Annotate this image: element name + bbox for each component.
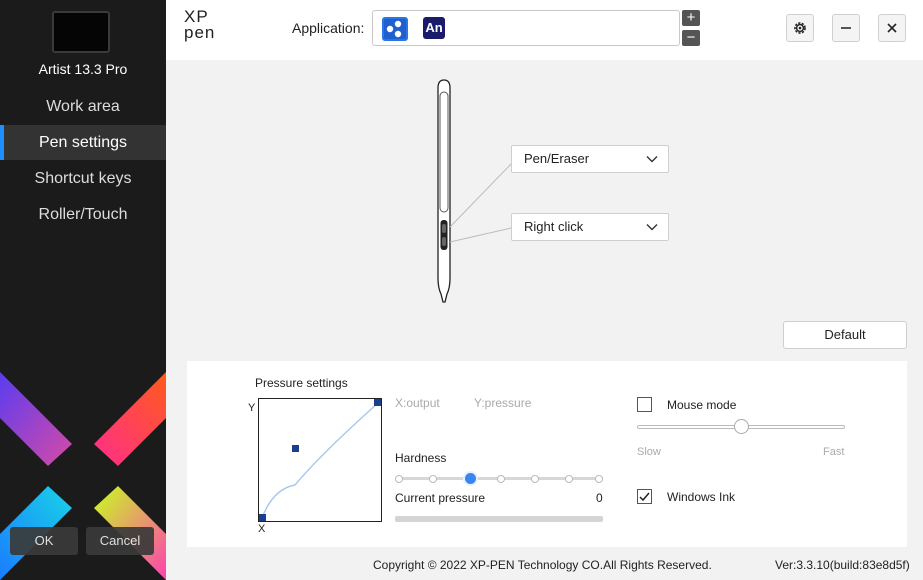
gear-icon	[794, 22, 806, 34]
version-text: Ver:3.3.10(build:83e8d5f)	[775, 558, 910, 572]
device-thumbnail	[52, 11, 110, 53]
fast-label: Fast	[823, 446, 845, 458]
x-axis-label: X	[258, 523, 266, 535]
all-apps-icon[interactable]	[382, 17, 408, 41]
remove-application-button[interactable]: −	[682, 30, 700, 46]
header: XP pen Application: An + −	[166, 0, 923, 60]
slow-label: Slow	[637, 446, 661, 458]
y-axis-label: Y	[248, 402, 256, 414]
xp-pen-logo: XP pen	[184, 8, 216, 42]
close-icon	[887, 23, 897, 33]
hardness-tick	[531, 475, 539, 483]
hardness-tick	[429, 475, 437, 483]
settings-panel: Pressure settings Y X X:output Y:pressur…	[187, 361, 907, 547]
nav-item-pen-settings[interactable]: Pen settings	[0, 125, 166, 160]
mouse-speed-slider-knob[interactable]	[733, 419, 749, 434]
lower-button-dropdown[interactable]: Right click	[511, 213, 669, 241]
add-application-button[interactable]: +	[682, 10, 700, 26]
nav-item-shortcut-keys[interactable]: Shortcut keys	[0, 161, 166, 196]
hardness-tick	[595, 475, 603, 483]
upper-button-dropdown[interactable]: Pen/Eraser	[511, 145, 669, 173]
y-pressure-label: Y:pressure	[474, 396, 532, 410]
curve-end-handle[interactable]	[374, 399, 381, 406]
application-label: Application:	[292, 20, 365, 36]
hardness-label: Hardness	[395, 451, 447, 465]
copyright-text: Copyright © 2022 XP-PEN Technology CO.Al…	[373, 558, 712, 572]
hardness-tick	[565, 475, 573, 483]
close-button[interactable]	[878, 14, 906, 42]
mouse-mode-checkbox[interactable]	[637, 397, 652, 412]
hardness-tick	[497, 475, 505, 483]
minimize-icon	[841, 27, 851, 29]
settings-button[interactable]	[786, 14, 814, 42]
animate-icon[interactable]: An	[423, 17, 445, 39]
pressure-settings-title: Pressure settings	[255, 376, 348, 390]
cancel-button[interactable]: Cancel	[86, 527, 154, 555]
sidebar: Artist 13.3 Pro Work area Pen settings S…	[0, 0, 166, 580]
nav-item-roller-touch[interactable]: Roller/Touch	[0, 197, 166, 232]
curve-start-handle[interactable]	[259, 514, 266, 521]
curve-control-handle[interactable]	[292, 445, 299, 452]
device-name: Artist 13.3 Pro	[38, 61, 128, 77]
application-list: An	[372, 10, 680, 46]
minimize-button[interactable]	[832, 14, 860, 42]
chevron-down-icon	[646, 156, 658, 163]
pen-illustration	[437, 79, 512, 303]
current-pressure-value: 0	[596, 491, 603, 505]
upper-button-value: Pen/Eraser	[524, 151, 590, 166]
windows-ink-checkbox[interactable]	[637, 489, 652, 504]
nav-item-work-area[interactable]: Work area	[0, 89, 166, 124]
chevron-down-icon	[646, 224, 658, 231]
hardness-slider-knob[interactable]	[462, 471, 478, 486]
current-pressure-bar	[395, 516, 603, 522]
default-button[interactable]: Default	[783, 321, 907, 349]
mouse-mode-label: Mouse mode	[667, 398, 737, 412]
pressure-curve-editor[interactable]	[258, 398, 382, 522]
ok-button[interactable]: OK	[10, 527, 78, 555]
checkmark-icon	[639, 492, 650, 502]
hardness-tick	[395, 475, 403, 483]
windows-ink-label: Windows Ink	[667, 490, 736, 504]
x-output-label: X:output	[395, 396, 440, 410]
logo-line-bottom: pen	[184, 23, 216, 42]
lower-button-value: Right click	[524, 219, 584, 234]
current-pressure-label: Current pressure	[395, 491, 486, 505]
